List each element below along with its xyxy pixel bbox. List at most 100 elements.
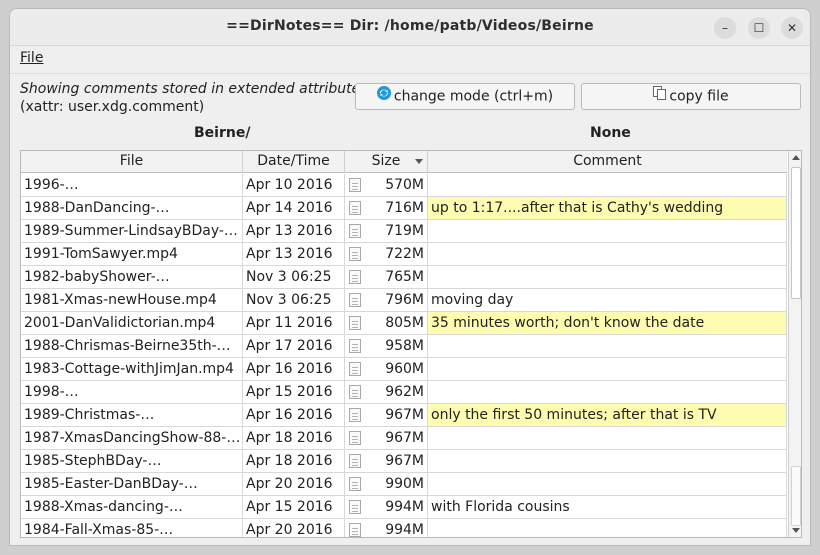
table-row[interactable]: 1988-Xmas-dancing-… Apr 15 2016 994M with F… — [21, 496, 787, 519]
table-row[interactable]: 1991-TomSawyer.mp4 Apr 13 2016 722M — [21, 243, 787, 266]
title-bar[interactable]: ==DirNotes== Dir: /home/patb/Videos/Beir… — [10, 9, 810, 46]
cell-size-value: 719M — [385, 223, 424, 239]
maximize-button[interactable]: ☐ — [748, 17, 770, 39]
table-header: File Date/Time Size Comment — [21, 151, 787, 173]
table-row[interactable]: 1998-… Apr 15 2016 962M — [21, 381, 787, 404]
cell-size-value: 967M — [385, 407, 424, 423]
cell-comment[interactable] — [428, 335, 787, 357]
cell-file[interactable]: 1987-XmasDancingShow-88-… — [21, 427, 243, 449]
file-icon — [349, 224, 361, 238]
table-row[interactable]: 1985-StephBDay-… Apr 18 2016 967M — [21, 450, 787, 473]
cell-comment[interactable]: only the first 50 minutes; after that is… — [428, 404, 787, 426]
cell-file[interactable]: 1984-Fall-Xmas-85-… — [21, 519, 243, 537]
cell-date: Nov 3 06:25 — [243, 289, 345, 311]
cell-comment[interactable]: with Florida cousins — [428, 496, 787, 518]
file-icon — [349, 431, 361, 445]
cell-file[interactable]: 1998-… — [21, 381, 243, 403]
cell-comment[interactable] — [428, 220, 787, 242]
cell-comment[interactable] — [428, 473, 787, 495]
cell-date: Apr 10 2016 — [243, 174, 345, 196]
cell-date: Apr 16 2016 — [243, 404, 345, 426]
cell-comment[interactable] — [428, 450, 787, 472]
cell-file[interactable]: 1989-Christmas-… — [21, 404, 243, 426]
mode-description-line1: Showing comments stored in extended attr… — [20, 81, 368, 97]
table-row[interactable]: 1985-Easter-DanBDay-… Apr 20 2016 990M — [21, 473, 787, 496]
cell-size: 805M — [345, 312, 428, 334]
cell-date: Apr 15 2016 — [243, 381, 345, 403]
table-row[interactable]: 1988-Chrismas-Beirne35th-… Apr 17 2016 958… — [21, 335, 787, 358]
cell-file[interactable]: 1989-Summer-LindsayBDay-… — [21, 220, 243, 242]
table-row[interactable]: 1989-Christmas-… Apr 16 2016 967M only the … — [21, 404, 787, 427]
cell-comment[interactable]: up to 1:17....after that is Cathy's wedd… — [428, 197, 787, 219]
cell-file[interactable]: 1988-Chrismas-Beirne35th-… — [21, 335, 243, 357]
cell-comment[interactable] — [428, 243, 787, 265]
cell-comment[interactable]: 35 minutes worth; don't know the date — [428, 312, 787, 334]
table-row[interactable]: 1981-Xmas-newHouse.mp4 Nov 3 06:25 796M mov… — [21, 289, 787, 312]
scrollbar-thumb[interactable] — [791, 167, 801, 299]
column-header-date[interactable]: Date/Time — [243, 151, 345, 173]
cell-size: 722M — [345, 243, 428, 265]
cell-comment[interactable] — [428, 358, 787, 380]
minimize-button[interactable]: – — [714, 17, 736, 39]
cell-size: 765M — [345, 266, 428, 288]
cell-date: Apr 13 2016 — [243, 220, 345, 242]
cell-size-value: 958M — [385, 338, 424, 354]
cell-date: Nov 3 06:25 — [243, 266, 345, 288]
column-header-comment[interactable]: Comment — [428, 151, 787, 173]
file-icon — [349, 316, 361, 330]
cell-file[interactable]: 1985-StephBDay-… — [21, 450, 243, 472]
file-icon — [349, 247, 361, 261]
cell-date: Apr 13 2016 — [243, 243, 345, 265]
table-row[interactable]: 1987-XmasDancingShow-88-… Apr 18 2016 967M — [21, 427, 787, 450]
table-row[interactable]: 1996-… Apr 10 2016 570M — [21, 174, 787, 197]
column-header-file[interactable]: File — [21, 151, 243, 173]
cell-size-value: 805M — [385, 315, 424, 331]
cell-size: 994M — [345, 496, 428, 518]
cell-size-value: 994M — [385, 522, 424, 538]
cell-file[interactable]: 2001-DanValidictorian.mp4 — [21, 312, 243, 334]
cell-date: Apr 20 2016 — [243, 473, 345, 495]
cell-comment[interactable] — [428, 519, 787, 537]
cell-file[interactable]: 1981-Xmas-newHouse.mp4 — [21, 289, 243, 311]
table-row[interactable]: 1984-Fall-Xmas-85-… Apr 20 2016 994M — [21, 519, 787, 538]
cell-comment[interactable] — [428, 381, 787, 403]
table-row[interactable]: 1989-Summer-LindsayBDay-… Apr 13 2016 719M — [21, 220, 787, 243]
cell-file[interactable]: 1985-Easter-DanBDay-… — [21, 473, 243, 495]
cell-file[interactable]: 1996-… — [21, 174, 243, 196]
cell-size: 796M — [345, 289, 428, 311]
cell-file[interactable]: 1991-TomSawyer.mp4 — [21, 243, 243, 265]
cell-size: 958M — [345, 335, 428, 357]
cell-comment[interactable] — [428, 174, 787, 196]
file-table[interactable]: File Date/Time Size Comment 1996-… Apr 10… — [20, 150, 802, 538]
directory-label: Beirne/ — [194, 125, 251, 141]
column-header-size[interactable]: Size — [345, 151, 428, 173]
copy-file-button[interactable]: copy file — [581, 83, 801, 110]
cell-file[interactable]: 1988-DanDancing-… — [21, 197, 243, 219]
cell-file[interactable]: 1988-Xmas-dancing-… — [21, 496, 243, 518]
close-button[interactable]: ✕ — [781, 17, 803, 39]
vertical-scrollbar[interactable] — [788, 151, 801, 537]
menu-file[interactable]: File — [20, 50, 43, 66]
file-icon — [349, 362, 361, 376]
file-icon — [349, 201, 361, 215]
file-icon — [349, 408, 361, 422]
file-icon — [349, 270, 361, 284]
table-row[interactable]: 1988-DanDancing-… Apr 14 2016 716M up to 1:… — [21, 197, 787, 220]
file-icon — [349, 454, 361, 468]
table-row[interactable]: 1983-Cottage-withJimJan.mp4 Apr 16 2016 96… — [21, 358, 787, 381]
scroll-down-arrow-icon[interactable] — [792, 528, 800, 533]
cell-size-value: 796M — [385, 292, 424, 308]
change-mode-button[interactable]: change mode (ctrl+m) — [355, 83, 575, 110]
cell-date: Apr 15 2016 — [243, 496, 345, 518]
cell-comment[interactable] — [428, 427, 787, 449]
table-body: 1996-… Apr 10 2016 570M 1988-DanDancing-… Ap… — [21, 174, 787, 538]
cell-file[interactable]: 1983-Cottage-withJimJan.mp4 — [21, 358, 243, 380]
file-icon — [349, 500, 361, 514]
table-row[interactable]: 2001-DanValidictorian.mp4 Apr 11 2016 805M… — [21, 312, 787, 335]
file-icon — [349, 477, 361, 491]
cell-comment[interactable]: moving day — [428, 289, 787, 311]
scroll-up-arrow-icon[interactable] — [792, 155, 800, 160]
cell-comment[interactable] — [428, 266, 787, 288]
table-row[interactable]: 1982-babyShower-… Nov 3 06:25 765M — [21, 266, 787, 289]
cell-file[interactable]: 1982-babyShower-… — [21, 266, 243, 288]
